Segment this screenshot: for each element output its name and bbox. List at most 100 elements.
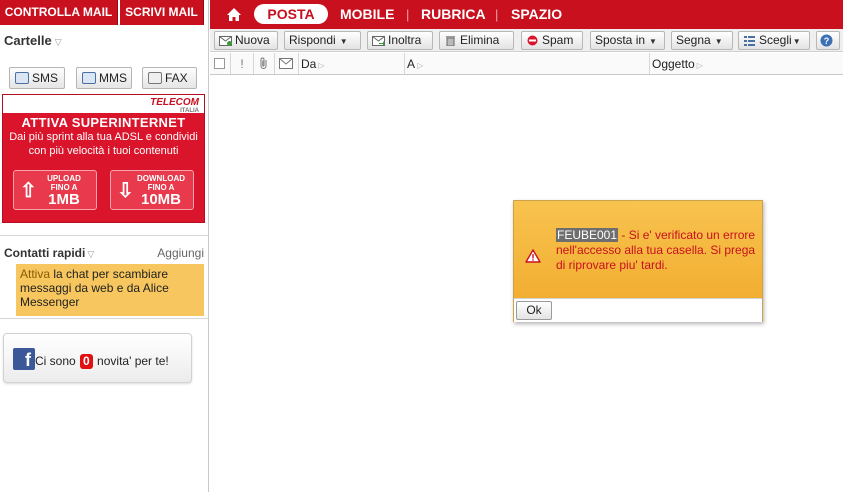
delete-button[interactable]: Elimina: [439, 31, 514, 50]
telecom-logo: TELECOM ITALIA: [150, 97, 199, 114]
fax-icon: [148, 72, 162, 84]
download-line1: DOWNLOAD: [137, 174, 185, 183]
arrow-up-icon: ⇧: [20, 180, 37, 202]
forward-label: Inoltra: [388, 33, 422, 47]
superinternet-banner[interactable]: TELECOM ITALIA ATTIVA SUPERINTERNET Dai …: [2, 94, 205, 223]
new-mail-button[interactable]: Nuova: [214, 31, 278, 50]
upload-line1: UPLOAD: [47, 174, 81, 183]
move-to-label: Sposta in: [595, 33, 646, 47]
check-mail-button[interactable]: CONTROLLA MAIL: [0, 0, 118, 25]
mms-button[interactable]: MMS: [76, 67, 132, 89]
dialog-footer: Ok: [514, 298, 762, 322]
chat-activate-link[interactable]: Attiva: [20, 267, 50, 281]
sms-button[interactable]: SMS: [9, 67, 65, 89]
left-sidebar: CONTROLLA MAIL SCRIVI MAIL Cartelle ▽ SMS…: [0, 0, 209, 492]
tab-mobile[interactable]: MOBILE: [340, 6, 394, 22]
quick-contacts-header[interactable]: Contatti rapidi ▽: [4, 246, 94, 260]
fax-label: FAX: [165, 71, 188, 85]
svg-text:?: ?: [824, 36, 830, 46]
banner-description: Dai più sprint alla tua ADSL e condividi…: [9, 131, 198, 157]
subject-column-label: Oggetto: [652, 57, 695, 71]
list-view-icon: [744, 36, 755, 46]
warning-icon: [525, 249, 541, 263]
write-mail-button[interactable]: SCRIVI MAIL: [120, 0, 204, 25]
download-speed-box: ⇩ DOWNLOAD FINO A 10MB: [110, 170, 194, 210]
download-value: 10MB: [140, 191, 181, 208]
folders-header[interactable]: Cartelle ▽: [4, 33, 62, 48]
trash-icon: [446, 36, 455, 46]
spam-button[interactable]: Spam: [521, 31, 583, 50]
mail-toolbar: Nuova Rispondi ▼ Inoltra Elimina Spam Spo…: [210, 29, 843, 52]
chevron-down-icon: ▼: [792, 37, 801, 46]
help-icon: ?: [820, 34, 833, 47]
reply-label: Rispondi: [289, 33, 336, 47]
banner-logo-strip: TELECOM ITALIA: [3, 95, 204, 114]
choose-view-label: Scegli: [759, 33, 792, 47]
quick-contacts-label: Contatti rapidi: [4, 246, 86, 260]
delete-label: Elimina: [460, 33, 500, 47]
to-column-label: A: [407, 57, 416, 71]
upload-value: 1MB: [48, 191, 80, 208]
tab-rubrica[interactable]: RUBRICA: [421, 6, 486, 22]
arrow-down-icon: ⇩: [117, 180, 134, 202]
divider: [0, 235, 208, 236]
facebook-notifications-box[interactable]: f Ci sono 0 novita' per te!: [3, 333, 192, 383]
select-all-checkbox[interactable]: [214, 58, 225, 69]
download-caption: DOWNLOAD FINO A: [133, 174, 189, 192]
facebook-notifications-text: Ci sono 0 novita' per te!: [35, 354, 169, 369]
upload-caption: UPLOAD FINO A: [36, 174, 92, 192]
facebook-text-before: Ci sono: [35, 354, 80, 368]
spam-icon: [527, 35, 538, 46]
help-button[interactable]: ?: [816, 31, 840, 50]
folders-label: Cartelle: [4, 33, 52, 48]
move-to-button[interactable]: Sposta in ▼: [590, 31, 665, 50]
sort-arrow-icon: ▷: [696, 61, 703, 70]
sort-arrow-icon: ▷: [417, 61, 424, 70]
mms-icon: [82, 72, 96, 84]
telecom-logo-sub: ITALIA: [180, 108, 199, 114]
error-message: FEUBE001 - Si e' verificato un errore ne…: [556, 228, 756, 273]
tab-posta[interactable]: POSTA: [254, 4, 328, 24]
facebook-text-after: novita' per te!: [93, 354, 169, 368]
forward-button[interactable]: Inoltra: [367, 31, 433, 50]
telecom-logo-text: TELECOM: [150, 97, 199, 108]
chevron-down-icon: ▽: [87, 249, 95, 259]
mark-label: Segna: [676, 33, 711, 47]
chevron-down-icon: ▽: [54, 37, 62, 47]
paperclip-icon: [260, 57, 267, 69]
new-mail-icon: [219, 36, 232, 46]
envelope-icon: [279, 58, 293, 69]
select-all-column: [210, 53, 231, 74]
spam-label: Spam: [542, 33, 574, 47]
subject-column-header[interactable]: Oggetto ▷: [650, 53, 843, 74]
mms-label: MMS: [99, 71, 127, 85]
priority-column-header[interactable]: !: [231, 53, 254, 74]
ok-button[interactable]: Ok: [516, 301, 552, 320]
error-dialog: FEUBE001 - Si e' verificato un errore ne…: [513, 200, 763, 322]
sort-arrow-icon: ▷: [318, 61, 325, 70]
home-icon[interactable]: [226, 7, 242, 22]
chevron-down-icon: ▼: [714, 37, 723, 46]
banner-title: ATTIVA SUPERINTERNET: [21, 115, 186, 130]
sms-icon: [15, 72, 29, 84]
add-contact-link[interactable]: Aggiungi: [157, 246, 204, 260]
nav-separator: |: [495, 7, 499, 22]
facebook-icon: f: [13, 348, 35, 370]
attachment-column-header[interactable]: [254, 53, 275, 74]
chevron-down-icon: ▼: [339, 37, 348, 46]
choose-view-button[interactable]: Scegli▼: [738, 31, 810, 50]
mark-button[interactable]: Segna ▼: [671, 31, 733, 50]
tab-spazio[interactable]: SPAZIO: [511, 6, 562, 22]
reply-button[interactable]: Rispondi ▼: [284, 31, 361, 50]
read-status-column-header[interactable]: [275, 53, 299, 74]
chat-promo-box[interactable]: Attiva la chat per scambiare messaggi da…: [16, 264, 204, 316]
fax-button[interactable]: FAX: [142, 67, 197, 89]
sms-label: SMS: [32, 71, 59, 85]
to-column-header[interactable]: A ▷: [405, 53, 650, 74]
upload-speed-box: ⇧ UPLOAD FINO A 1MB: [13, 170, 97, 210]
divider: [0, 318, 208, 319]
from-column-header[interactable]: Da ▷: [299, 53, 405, 74]
from-column-label: Da: [301, 57, 317, 71]
new-mail-label: Nuova: [235, 33, 270, 47]
chevron-down-icon: ▼: [649, 37, 657, 46]
